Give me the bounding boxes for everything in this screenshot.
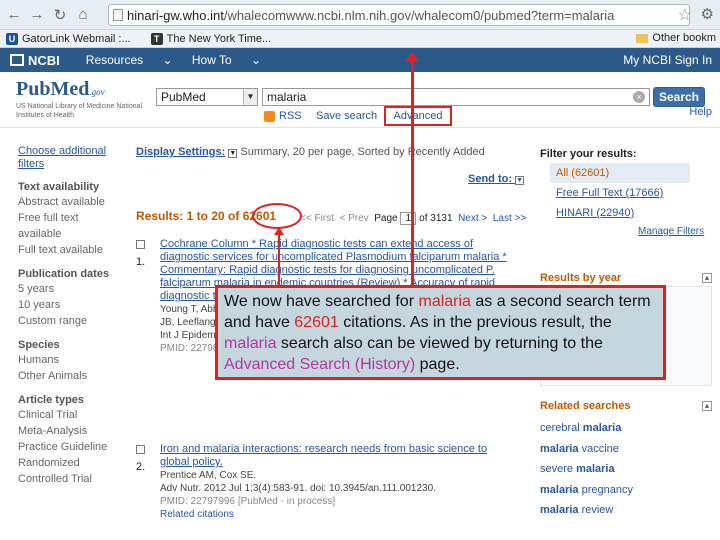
filter-tabs: All (62601) Free Full Text (17666) HINAR… [550, 163, 690, 223]
filter-section-heading: Publication dates [18, 268, 110, 280]
pager-next[interactable]: Next > [458, 213, 487, 224]
filter-section-heading: Species [18, 339, 60, 351]
choose-filters-link[interactable]: Choose additional filters [18, 145, 118, 171]
database-select[interactable]: PubMed ▼ [156, 88, 258, 106]
bookmark-nytimes[interactable]: T The New York Time... [150, 32, 271, 45]
browser-toolbar: ← → ↻ ⌂ hinari-gw.who.int/whalecomwww.nc… [0, 0, 720, 30]
help-link[interactable]: Help [689, 106, 712, 118]
page: ← → ↻ ⌂ hinari-gw.who.int/whalecomwww.nc… [0, 0, 720, 540]
filter-section-heading: Article types [18, 394, 85, 406]
related-search-link[interactable]: cerebral malaria [540, 418, 633, 439]
url-host: hinari-gw.who.int [127, 7, 224, 23]
filter-all[interactable]: All (62601) [550, 163, 690, 183]
rss-icon [264, 110, 275, 122]
results-count-highlight [252, 203, 302, 229]
filter-section-heading: Text availability [18, 181, 100, 193]
result-journal: Adv Nutr. 2012 Jul 1;3(4):583-91. doi: 1… [160, 483, 436, 494]
wrench-icon[interactable]: ⚙ [701, 5, 714, 23]
left-filters-sidebar: Choose additional filters Text availabil… [18, 145, 118, 487]
howto-menu[interactable]: How To ⌄ [192, 53, 261, 67]
result-title[interactable]: Iron and malaria interactions: research … [160, 443, 516, 469]
related-search-link[interactable]: malaria pregnancy [540, 480, 633, 501]
search-button[interactable]: Search [653, 87, 705, 107]
chevron-down-icon: ▼ [228, 149, 238, 158]
advanced-link[interactable]: Advanced [384, 106, 452, 126]
filter-option[interactable]: 5 years [18, 281, 118, 297]
chevron-down-icon: ▼ [243, 89, 257, 105]
annotation-pointer-head [274, 227, 284, 235]
related-search-link[interactable]: malaria review [540, 500, 633, 521]
related-searches-heading: Related searches [540, 400, 631, 412]
related-citations-link[interactable]: Related citations [160, 508, 516, 521]
annotation-arrow-shaft [411, 58, 414, 286]
pubmed-logo[interactable]: PubMed.gov [16, 78, 105, 101]
filter-free-full-text[interactable]: Free Full Text (17666) [550, 183, 690, 203]
reload-icon[interactable]: ↻ [51, 6, 69, 24]
related-search-link[interactable]: severe malaria [540, 459, 633, 480]
address-bar[interactable]: hinari-gw.who.int/whalecomwww.ncbi.nlm.n… [108, 4, 690, 26]
annotation-callout: We now have searched for malaria as a se… [215, 285, 666, 380]
result-pmid: PMID: 22797996 [PubMed - in process] [160, 496, 336, 507]
filter-option[interactable]: Custom range [18, 313, 118, 329]
filter-option[interactable]: Randomized Controlled Trial [18, 455, 118, 487]
bookmark-star-icon[interactable]: ☆ [678, 5, 692, 25]
filter-option[interactable]: Clinical Trial [18, 407, 118, 423]
page-icon [113, 9, 123, 21]
filter-option[interactable]: Free full text available [18, 210, 118, 242]
forward-icon[interactable]: → [28, 6, 46, 24]
filter-option[interactable]: 10 years [18, 297, 118, 313]
filter-results-heading: Filter your results: [540, 148, 637, 160]
nytimes-favicon-icon: T [150, 32, 163, 45]
ncbi-menu: Resources ⌄ How To ⌄ [86, 53, 277, 67]
filter-option[interactable]: Humans [18, 352, 118, 368]
result-authors: Prentice AM, Cox SE. [160, 470, 257, 481]
gatorlink-favicon-icon: U [6, 32, 18, 45]
folder-icon [636, 33, 649, 43]
pager-first[interactable]: << First [300, 213, 334, 224]
pubmed-search-header: PubMed.gov US National Library of Medici… [0, 72, 720, 128]
nlm-subtitle: US National Library of Medicine National… [16, 103, 143, 119]
home-icon[interactable]: ⌂ [74, 6, 92, 24]
clear-icon[interactable]: × [633, 91, 645, 103]
other-bookmarks[interactable]: Other bookm [636, 32, 716, 44]
collapse-icon[interactable]: ▴ [702, 401, 712, 411]
filter-option[interactable]: Other Animals [18, 368, 118, 384]
chevron-down-icon: ▼ [515, 176, 525, 185]
filter-option[interactable]: Full text available [18, 242, 118, 258]
search-input[interactable]: malaria × [262, 88, 650, 106]
annotation-pointer-shaft [278, 232, 280, 286]
resources-menu[interactable]: Resources ⌄ [86, 53, 173, 67]
results-by-year-heading: Results by year [540, 272, 622, 284]
send-to-menu[interactable]: Send to: ▼ [468, 173, 525, 185]
filter-option[interactable]: Meta-Analysis [18, 423, 118, 439]
bookmarks-bar: U GatorLink Webmail :... T The New York Ti… [0, 30, 720, 48]
ncbi-header: NCBI Resources ⌄ How To ⌄ My NCBI Sign I… [0, 48, 720, 72]
ncbi-logo-icon [10, 54, 24, 66]
filter-sections: Text availability Abstract available Free … [18, 181, 118, 487]
display-settings[interactable]: Display Settings: ▼ Summary, 20 per page… [136, 146, 485, 158]
collapse-icon[interactable]: ▴ [702, 273, 712, 283]
result-checkbox[interactable] [136, 445, 145, 454]
bookmark-gatorlink[interactable]: U GatorLink Webmail :... [6, 32, 131, 45]
related-search-link[interactable]: malaria vaccine [540, 439, 633, 460]
filter-hinari[interactable]: HINARI (22940) [550, 203, 690, 223]
my-ncbi-signin[interactable]: My NCBI Sign In [623, 53, 712, 67]
back-icon[interactable]: ← [5, 6, 23, 24]
result-checkbox[interactable] [136, 240, 145, 249]
rss-link[interactable]: RSS [264, 110, 302, 122]
url-path: /whalecomwww.ncbi.nlm.nih.gov/whalecom0/… [223, 7, 615, 23]
save-search-link[interactable]: Save search [316, 110, 377, 122]
pager-last[interactable]: Last >> [493, 213, 526, 224]
result-item-2: 2. Iron and malaria interactions: resear… [136, 443, 516, 521]
related-searches-list: cerebral malaria malaria vaccine severe ma… [540, 418, 633, 521]
pager-prev[interactable]: < Prev [339, 213, 368, 224]
manage-filters-link[interactable]: Manage Filters [638, 226, 704, 237]
ncbi-logo[interactable]: NCBI [10, 53, 60, 68]
filter-option[interactable]: Abstract available [18, 194, 118, 210]
annotation-arrow-head [405, 52, 419, 62]
filter-option[interactable]: Practice Guideline [18, 439, 118, 455]
